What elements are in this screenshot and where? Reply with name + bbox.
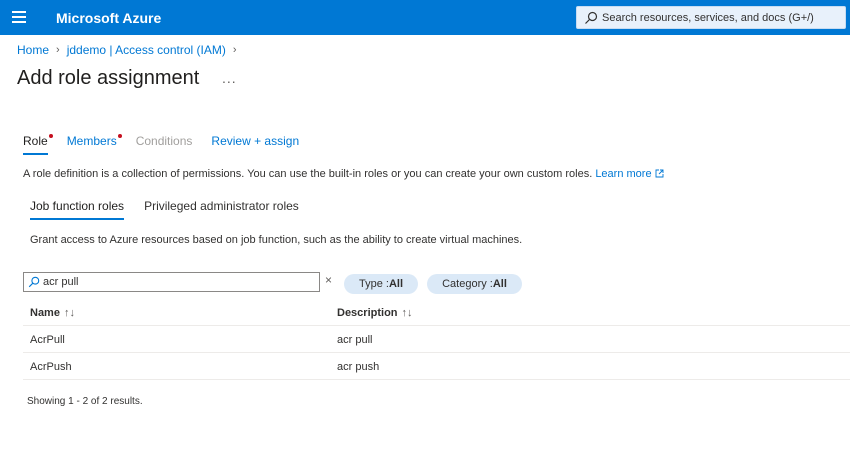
tab-conditions[interactable]: Conditions (136, 134, 193, 154)
page-title: Add role assignment (17, 67, 200, 89)
role-name: AcrPush (30, 361, 72, 373)
tab-conditions-label: Conditions (135, 134, 193, 148)
role-search-input[interactable] (43, 274, 313, 290)
column-header-name-label: Name (30, 307, 60, 319)
top-bar: Microsoft Azure Search resources, servic… (0, 0, 850, 35)
breadcrumb-home[interactable]: Home (17, 43, 49, 57)
category-filter-pill[interactable]: Category : All (427, 274, 522, 294)
category-filter-value: All (492, 278, 507, 290)
close-icon[interactable]: × (325, 273, 332, 287)
sort-icon: ↑↓ (401, 307, 413, 319)
learn-more-label: Learn more (595, 168, 652, 180)
breadcrumb: Home › jddemo | Access control (IAM) › (17, 43, 244, 57)
learn-more-link[interactable]: Learn more (595, 168, 664, 180)
tab-privileged-administrator-roles[interactable]: Privileged administrator roles (144, 199, 299, 219)
grant-description: Grant access to Azure resources based on… (30, 234, 523, 246)
tab-review-assign-label: Review + assign (211, 134, 300, 148)
results-count: Showing 1 - 2 of 2 results. (27, 396, 143, 407)
role-name: AcrPull (30, 334, 65, 346)
breadcrumb-iam[interactable]: jddemo | Access control (IAM) (67, 43, 226, 57)
role-description-text: A role definition is a collection of per… (23, 168, 593, 180)
tab-role[interactable]: Role (23, 134, 53, 155)
role-description: A role definition is a collection of per… (23, 168, 664, 180)
global-search-placeholder: Search resources, services, and docs (G+… (602, 12, 814, 24)
column-header-name[interactable]: Name ↑↓ (30, 307, 75, 319)
external-link-icon (655, 169, 664, 178)
role-search-box[interactable] (23, 272, 320, 292)
tab-job-function-roles[interactable]: Job function roles (30, 199, 125, 220)
more-options-button[interactable]: ... (222, 70, 237, 86)
role-description-cell: acr pull (337, 334, 373, 346)
chevron-right-icon: › (56, 44, 60, 56)
type-filter-value: All (388, 278, 404, 290)
required-indicator-icon (48, 134, 53, 138)
search-icon (585, 11, 598, 24)
tab-members[interactable]: Members (66, 134, 122, 154)
column-header-description-label: Description (337, 307, 398, 319)
tab-role-label: Role (23, 134, 48, 148)
global-search[interactable]: Search resources, services, and docs (G+… (576, 6, 846, 29)
search-icon (28, 276, 40, 288)
type-filter-pill[interactable]: Type : All (344, 274, 418, 294)
table-row[interactable]: AcrPush acr push (23, 353, 850, 380)
tab-members-label: Members (66, 134, 117, 148)
chevron-right-icon: › (232, 44, 237, 56)
type-filter-label: Type : (358, 278, 389, 290)
hamburger-icon[interactable] (12, 11, 26, 23)
table-header: Name ↑↓ Description ↑↓ (23, 300, 850, 326)
wizard-tabs: Role Members Conditions Review + assign (23, 134, 318, 155)
required-indicator-icon (117, 134, 122, 138)
roles-table: Name ↑↓ Description ↑↓ AcrPull acr pull Ac… (23, 300, 850, 380)
role-type-tabs: Job function roles Privileged administra… (30, 199, 319, 220)
category-filter-label: Category : (442, 278, 493, 290)
table-row[interactable]: AcrPull acr pull (23, 326, 850, 353)
brand-title[interactable]: Microsoft Azure (56, 10, 161, 26)
role-description-cell: acr push (337, 361, 380, 373)
column-header-description[interactable]: Description ↑↓ (337, 307, 413, 319)
tab-review-assign[interactable]: Review + assign (211, 134, 299, 154)
sort-icon: ↑↓ (63, 307, 75, 319)
